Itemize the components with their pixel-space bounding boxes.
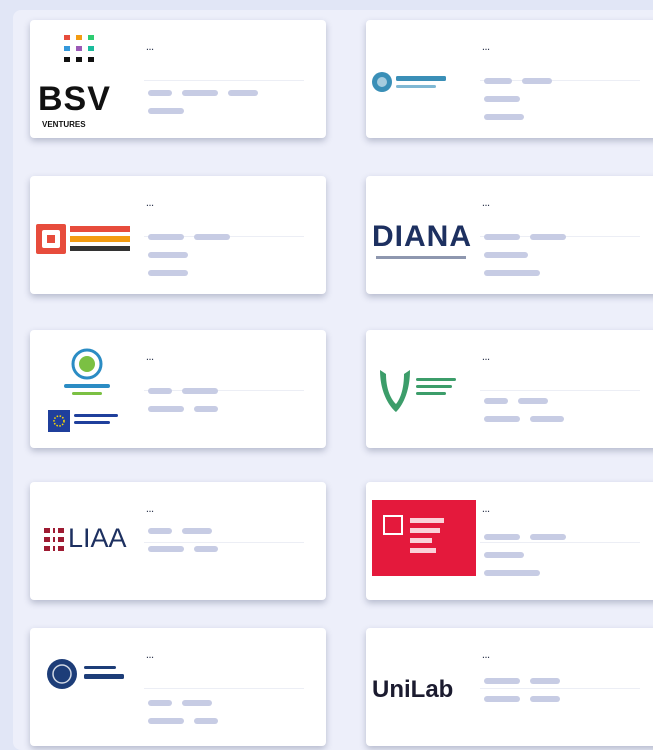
card-divider xyxy=(480,390,640,391)
tag xyxy=(484,552,524,558)
tag xyxy=(530,416,564,422)
card-divider xyxy=(144,542,304,543)
card-divider xyxy=(144,80,304,81)
card-title[interactable]: … xyxy=(482,198,632,209)
tag xyxy=(182,700,212,706)
card-title[interactable]: … xyxy=(146,650,296,661)
card-divider xyxy=(480,688,640,689)
unilab-logo: UniLab xyxy=(372,636,476,738)
tag xyxy=(148,546,184,552)
tag xyxy=(148,108,184,114)
tag xyxy=(148,528,172,534)
card-title[interactable]: … xyxy=(482,42,632,53)
tag xyxy=(522,78,552,84)
tag xyxy=(148,718,184,724)
directory-card[interactable]: DIANA … xyxy=(366,176,653,294)
liaa-logo-text: LIAA xyxy=(68,523,127,553)
directory-card[interactable]: … xyxy=(30,628,326,746)
diana-logo-text: DIANA xyxy=(372,220,472,253)
tag xyxy=(484,534,520,540)
tag xyxy=(484,270,540,276)
directory-card[interactable]: … xyxy=(30,176,326,294)
tag xyxy=(148,406,184,412)
directory-card[interactable]: UniLab … xyxy=(366,628,653,746)
bsv-ventures-logo: BSV VENTURES xyxy=(36,28,140,130)
tag xyxy=(484,96,520,102)
green-leaf-logo xyxy=(372,338,476,440)
card-title[interactable]: … xyxy=(482,650,632,661)
tag xyxy=(194,406,218,412)
tag xyxy=(182,388,218,394)
tag xyxy=(484,78,512,84)
tag xyxy=(148,270,188,276)
card-title[interactable]: … xyxy=(482,504,632,515)
tag xyxy=(194,234,230,240)
card-divider xyxy=(480,542,640,543)
card-title[interactable]: … xyxy=(146,504,296,515)
tag xyxy=(228,90,258,96)
tag xyxy=(530,696,560,702)
card-title[interactable]: … xyxy=(146,42,296,53)
card-title[interactable]: … xyxy=(146,198,296,209)
diana-logo-underline xyxy=(376,256,466,259)
directory-card[interactable]: LIAA … xyxy=(30,482,326,600)
directory-card[interactable]: … xyxy=(366,330,653,448)
liaa-logo: LIAA xyxy=(36,490,140,592)
tag xyxy=(148,388,172,394)
tag xyxy=(530,534,566,540)
directory-card[interactable]: BSV VENTURES … xyxy=(30,20,326,138)
tag xyxy=(484,234,520,240)
green-circle-eu-flag-logo xyxy=(36,338,140,440)
unilab-logo-text: UniLab xyxy=(372,676,454,703)
red-startup-logo xyxy=(372,490,476,592)
diana-logo: DIANA xyxy=(372,184,476,286)
tag xyxy=(148,700,172,706)
tag xyxy=(484,114,524,120)
tag xyxy=(148,252,188,258)
university-seal-logo xyxy=(36,636,140,738)
tag xyxy=(182,90,218,96)
tag xyxy=(148,90,172,96)
card-title[interactable]: … xyxy=(482,352,632,363)
tag xyxy=(530,678,560,684)
card-divider xyxy=(144,688,304,689)
tag xyxy=(530,234,566,240)
tag xyxy=(484,570,540,576)
bsv-logo-subtext: VENTURES xyxy=(42,120,86,129)
tag xyxy=(484,678,520,684)
directory-card[interactable]: … xyxy=(366,20,653,138)
bsv-logo-text: BSV xyxy=(38,80,111,118)
tag xyxy=(518,398,548,404)
tag xyxy=(148,234,184,240)
card-title[interactable]: … xyxy=(146,352,296,363)
tag xyxy=(484,398,508,404)
directory-card[interactable]: … xyxy=(366,482,653,600)
tag xyxy=(484,416,520,422)
tag xyxy=(194,546,218,552)
tag xyxy=(484,252,528,258)
tag xyxy=(194,718,218,724)
blue-circle-logo xyxy=(372,28,476,130)
directory-card[interactable]: … xyxy=(30,330,326,448)
tag xyxy=(484,696,520,702)
orange-frame-logo xyxy=(36,184,140,286)
tag xyxy=(182,528,212,534)
